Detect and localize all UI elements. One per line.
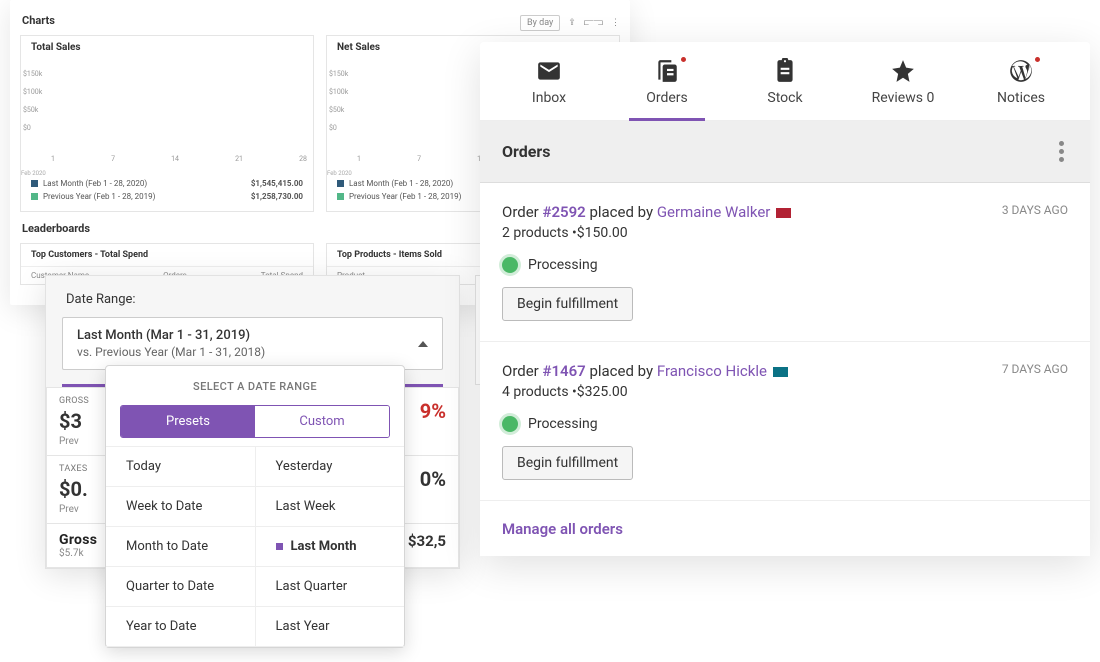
charts-heading: Charts (22, 14, 55, 27)
processing-icon (502, 416, 518, 432)
tab-notices[interactable]: Notices (962, 58, 1080, 120)
orders-title: Orders (502, 142, 550, 161)
order-item: Order #2592 placed by Germaine Walker 2 … (480, 183, 1090, 342)
tab-label: Reviews 0 (872, 90, 935, 106)
preset-list: TodayYesterdayWeek to DateLast WeekMonth… (106, 446, 404, 647)
preset-last-year[interactable]: Last Year (256, 607, 405, 647)
manage-orders-row: Manage all orders (480, 501, 1090, 556)
caret-up-icon (418, 341, 428, 347)
tab-reviews[interactable]: Reviews 0 (844, 58, 962, 120)
activity-panel: Inbox Orders Stock Reviews 0 Notices Ord… (480, 42, 1090, 556)
preset-month-to-date[interactable]: Month to Date (106, 527, 256, 567)
bar-chart-icon[interactable]: ⫍⫎ (584, 18, 603, 28)
granularity-select[interactable]: By day (520, 15, 560, 31)
wordpress-icon (1008, 58, 1034, 84)
preset-yesterday[interactable]: Yesterday (256, 447, 405, 487)
segment-presets[interactable]: Presets (121, 406, 255, 437)
tab-label: Stock (767, 90, 802, 106)
notification-badge-icon (1033, 55, 1042, 64)
preset-last-month[interactable]: Last Month (256, 527, 405, 567)
popover-title: SELECT A DATE RANGE (106, 366, 404, 405)
order-status: Processing (502, 416, 1068, 432)
activity-tabs: Inbox Orders Stock Reviews 0 Notices (480, 42, 1090, 121)
date-range-select[interactable]: Last Month (Mar 1 - 31, 2019) vs. Previo… (62, 317, 443, 370)
orders-list: Order #2592 placed by Germaine Walker 2 … (480, 183, 1090, 501)
order-item: Order #1467 placed by Francisco Hickle 4… (480, 342, 1090, 501)
preset-week-to-date[interactable]: Week to Date (106, 487, 256, 527)
total-sales-chart: $150k$100k$50k$0 17142128 Feb 2020 (21, 59, 313, 169)
order-age: 7 DAYS AGO (1002, 362, 1068, 376)
order-status: Processing (502, 257, 1068, 273)
preset-quarter-to-date[interactable]: Quarter to Date (106, 567, 256, 607)
notification-badge-icon (679, 55, 688, 64)
customer-link[interactable]: Germaine Walker (657, 203, 771, 221)
begin-fulfillment-button[interactable]: Begin fulfillment (502, 287, 633, 321)
chart-toolbar: By day ⇪ ⫍⫎ ⋮ (520, 15, 620, 31)
date-range-label: Date Range: (46, 276, 459, 317)
order-summary: 2 products •$150.00 (502, 225, 791, 241)
kebab-icon[interactable]: ⋮ (611, 18, 620, 28)
order-number-link[interactable]: #1467 (542, 362, 585, 380)
star-icon (890, 58, 916, 84)
order-number-link[interactable]: #2592 (542, 203, 585, 221)
flag-icon (776, 208, 791, 218)
segment-custom[interactable]: Custom (255, 406, 389, 437)
kebab-icon[interactable] (1055, 137, 1068, 166)
orders-header: Orders (480, 121, 1090, 183)
chart-title: Total Sales (31, 42, 303, 53)
tab-orders[interactable]: Orders (608, 58, 726, 120)
tab-label: Orders (646, 90, 688, 106)
chart-legend: Last Month (Feb 1 - 28, 2020)$1,545,415.… (21, 169, 313, 211)
preset-last-week[interactable]: Last Week (256, 487, 405, 527)
date-range-secondary: vs. Previous Year (Mar 1 - 31, 2018) (77, 345, 265, 359)
order-summary: 4 products •$325.00 (502, 384, 788, 400)
mail-icon (536, 58, 562, 84)
flag-icon (773, 367, 788, 377)
tab-inbox[interactable]: Inbox (490, 58, 608, 120)
tab-stock[interactable]: Stock (726, 58, 844, 120)
preset-last-quarter[interactable]: Last Quarter (256, 567, 405, 607)
order-title: Order #1467 placed by Francisco Hickle (502, 362, 788, 380)
total-sales-card: Total Sales $150k$100k$50k$0 17142128 Fe… (20, 35, 314, 212)
preset-custom-segment: Presets Custom (120, 405, 390, 438)
manage-all-orders-link[interactable]: Manage all orders (502, 520, 623, 538)
share-icon[interactable]: ⇪ (568, 18, 576, 28)
order-title: Order #2592 placed by Germaine Walker (502, 203, 791, 221)
processing-icon (502, 257, 518, 273)
preset-today[interactable]: Today (106, 447, 256, 487)
begin-fulfillment-button[interactable]: Begin fulfillment (502, 446, 633, 480)
tab-label: Notices (997, 90, 1045, 106)
tab-label: Inbox (532, 90, 566, 106)
preset-year-to-date[interactable]: Year to Date (106, 607, 256, 647)
customer-link[interactable]: Francisco Hickle (657, 362, 767, 380)
date-range-primary: Last Month (Mar 1 - 31, 2019) (77, 328, 265, 343)
date-range-popover: SELECT A DATE RANGE Presets Custom Today… (105, 365, 405, 648)
order-age: 3 DAYS AGO (1002, 203, 1068, 217)
clipboard-icon (772, 58, 798, 84)
pages-icon (654, 58, 680, 84)
